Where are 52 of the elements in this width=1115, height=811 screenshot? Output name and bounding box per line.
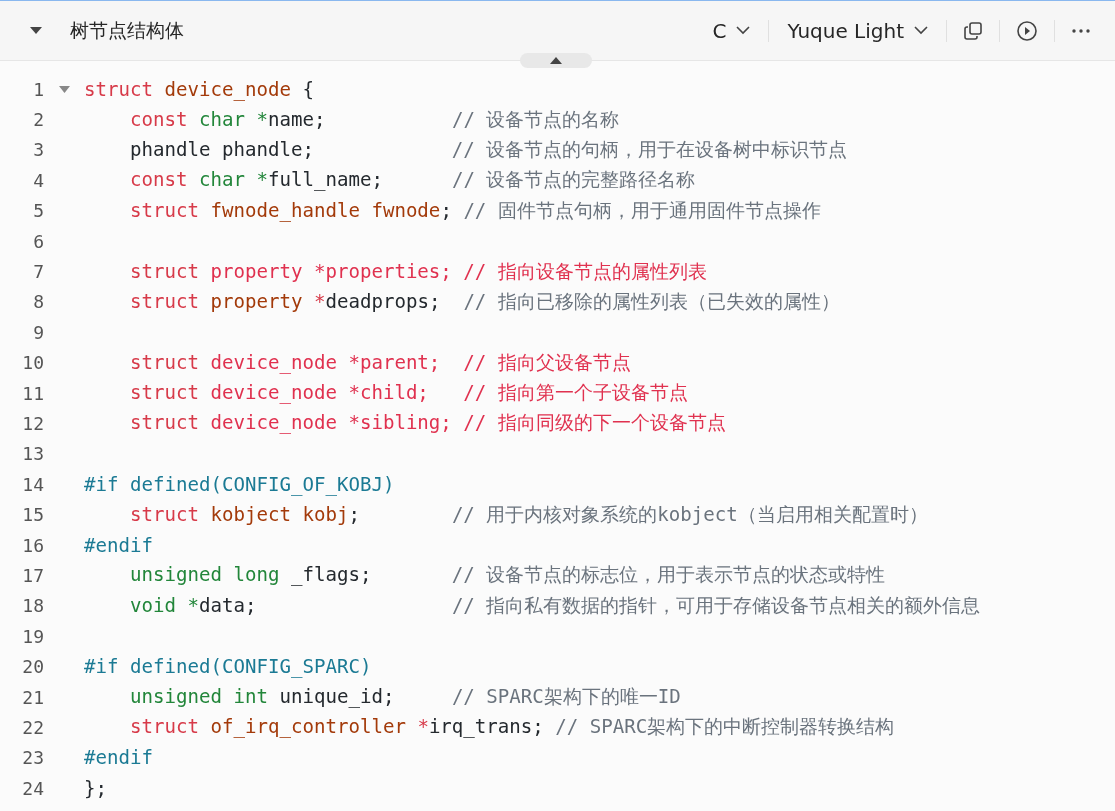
line-number: 8: [32, 291, 44, 313]
chevron-down-icon: [736, 26, 751, 35]
line-number: 11: [21, 382, 44, 404]
code-line: const char *name; // 设备节点的名称: [128, 106, 620, 133]
language-dropdown[interactable]: C: [706, 14, 757, 47]
line-number: 21: [21, 686, 44, 708]
code-line: struct device_node *child; // 指向第一个子设备节点: [128, 380, 688, 407]
theme-dropdown[interactable]: Yuque Light: [781, 14, 934, 47]
block-title: 树节点结构体: [70, 17, 185, 43]
line-number: 23: [21, 747, 44, 769]
line-number: 2: [32, 109, 44, 131]
code-line: struct fwnode_handle fwnode; // 固件节点句柄，用于通用固件节点操作: [128, 197, 821, 224]
line-number: 5: [32, 200, 44, 222]
code-line: #endif: [84, 533, 153, 557]
line-number: 24: [21, 777, 44, 799]
line-number: 19: [21, 625, 44, 647]
line-number: 18: [21, 595, 44, 617]
code-line: void *data; // 指向私有数据的指针，可用于存储设备节点相关的额外信息: [128, 592, 981, 619]
code-line: phandle phandle; // 设备节点的句柄，用于在设备树中标识节点: [128, 136, 848, 163]
chevron-down-icon: [914, 26, 928, 35]
line-number: 7: [32, 261, 44, 283]
line-number: 17: [21, 564, 44, 586]
code-line: #if defined(CONFIG_OF_KOBJ): [84, 472, 395, 496]
code-line: unsigned int unique_id; // SPARC架构下的唯一ID: [128, 684, 681, 710]
line-number: 20: [21, 656, 44, 678]
line-number: 6: [32, 230, 44, 252]
code-line: struct property *properties; // 指向设备节点的属性列表: [128, 258, 707, 285]
code-line: unsigned long _flags; // 设备节点的标志位，用于表示节点的状态或特性: [128, 562, 886, 589]
code-line: struct property *deadprops; // 指向已移除的属性列表（已失效的属性）: [128, 288, 840, 315]
line-number: 15: [21, 504, 44, 526]
code-line: struct device_node {: [84, 77, 314, 101]
code-line: #endif: [84, 746, 153, 770]
code-line: struct kobject kobj; // 用于内核对象系统的kobject（当启用相关配置时）: [128, 501, 928, 528]
fold-caret-icon[interactable]: [58, 85, 70, 93]
code-line: #if defined(CONFIG_SPARC): [84, 655, 372, 679]
code-line: struct device_node *parent; // 指向父设备节点: [128, 349, 631, 376]
line-number: 14: [21, 473, 44, 495]
line-number: 16: [21, 534, 44, 556]
code-line: const char *full_name; // 设备节点的完整路径名称: [128, 167, 696, 194]
line-number: 9: [32, 321, 44, 343]
line-number: 22: [21, 716, 44, 738]
line-number: 1: [32, 78, 44, 100]
code-line: struct of_irq_controller *irq_trans; // SPARC架构下的中断控制器转换结构: [128, 714, 895, 741]
line-number: 4: [32, 169, 44, 191]
line-number: 12: [21, 413, 44, 434]
line-number: 13: [21, 443, 44, 465]
line-number: 3: [32, 139, 44, 161]
code-line: struct device_node *sibling; // 指向同级的下一个设备节点: [128, 410, 726, 437]
collapse-handle[interactable]: [520, 53, 592, 68]
code-line: };: [84, 776, 107, 800]
line-number: 10: [21, 352, 44, 374]
collapse-caret-icon[interactable]: [30, 27, 42, 34]
